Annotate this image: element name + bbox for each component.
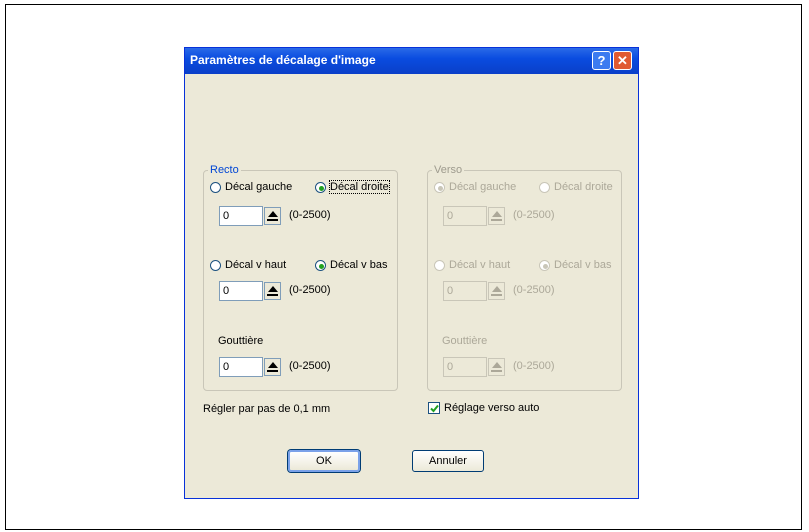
verso-vertical-input: 0 bbox=[443, 281, 487, 301]
recto-horizontal-input[interactable]: 0 bbox=[219, 206, 263, 226]
close-icon: ✕ bbox=[617, 53, 628, 68]
spin-arrows-icon bbox=[488, 282, 505, 300]
radio-selected-dot bbox=[319, 186, 324, 191]
image-offset-dialog: Paramètres de décalage d'image ? ✕ Recto… bbox=[184, 47, 639, 499]
title-bar[interactable]: Paramètres de décalage d'image ? ✕ bbox=[185, 48, 638, 74]
help-icon: ? bbox=[597, 53, 606, 68]
range-label: (0-2500) bbox=[513, 360, 555, 372]
radio-circle bbox=[434, 182, 445, 193]
recto-group: Recto Décal gauche Décal droite 0 (0-250… bbox=[203, 164, 398, 391]
close-button[interactable]: ✕ bbox=[613, 51, 632, 70]
range-label: (0-2500) bbox=[289, 209, 331, 221]
verso-radio-right-label: Décal droite bbox=[554, 181, 613, 193]
spin-arrows-icon[interactable] bbox=[264, 282, 281, 300]
spin-arrows-icon bbox=[488, 358, 505, 376]
recto-legend: Recto bbox=[208, 164, 241, 176]
radio-selected-dot bbox=[438, 186, 443, 191]
recto-gutter-label: Gouttière bbox=[218, 335, 264, 347]
verso-gutter-input: 0 bbox=[443, 357, 487, 377]
recto-radio-right-label: Décal droite bbox=[329, 180, 390, 194]
radio-circle bbox=[315, 260, 326, 271]
range-label: (0-2500) bbox=[289, 360, 331, 372]
range-label: (0-2500) bbox=[513, 284, 555, 296]
checkbox-box[interactable] bbox=[428, 402, 440, 414]
verso-legend: Verso bbox=[432, 164, 465, 176]
recto-vertical-input[interactable]: 0 bbox=[219, 281, 263, 301]
radio-circle bbox=[539, 182, 550, 193]
radio-selected-dot bbox=[543, 264, 548, 269]
verso-radio-up-label: Décal v haut bbox=[449, 259, 511, 271]
cancel-button[interactable]: Annuler bbox=[412, 450, 484, 472]
radio-circle bbox=[210, 260, 221, 271]
range-label: (0-2500) bbox=[513, 209, 555, 221]
radio-circle bbox=[210, 182, 221, 193]
spin-arrows-icon[interactable] bbox=[264, 358, 281, 376]
verso-radio-down-label: Décal v bas bbox=[554, 259, 612, 271]
verso-gutter-label: Gouttière bbox=[442, 335, 488, 347]
dialog-title: Paramètres de décalage d'image bbox=[190, 53, 376, 67]
checkmark-icon bbox=[430, 404, 439, 413]
ok-button[interactable]: OK bbox=[288, 450, 360, 472]
range-label: (0-2500) bbox=[289, 284, 331, 296]
verso-horizontal-input: 0 bbox=[443, 206, 487, 226]
radio-selected-dot bbox=[319, 264, 324, 269]
step-note: Régler par pas de 0,1 mm bbox=[203, 403, 331, 415]
radio-circle bbox=[539, 260, 550, 271]
verso-radio-left-label: Décal gauche bbox=[449, 181, 517, 193]
recto-radio-up-label: Décal v haut bbox=[225, 259, 287, 271]
verso-group: Verso Décal gauche Décal droite 0 (0-250… bbox=[427, 164, 622, 391]
auto-verso-label: Réglage verso auto bbox=[444, 402, 540, 414]
radio-circle bbox=[434, 260, 445, 271]
spin-arrows-icon bbox=[488, 207, 505, 225]
recto-radio-left-label: Décal gauche bbox=[225, 181, 293, 193]
spin-arrows-icon[interactable] bbox=[264, 207, 281, 225]
recto-radio-down-label: Décal v bas bbox=[330, 259, 388, 271]
help-button[interactable]: ? bbox=[592, 51, 611, 70]
recto-gutter-input[interactable]: 0 bbox=[219, 357, 263, 377]
radio-circle bbox=[315, 182, 326, 193]
